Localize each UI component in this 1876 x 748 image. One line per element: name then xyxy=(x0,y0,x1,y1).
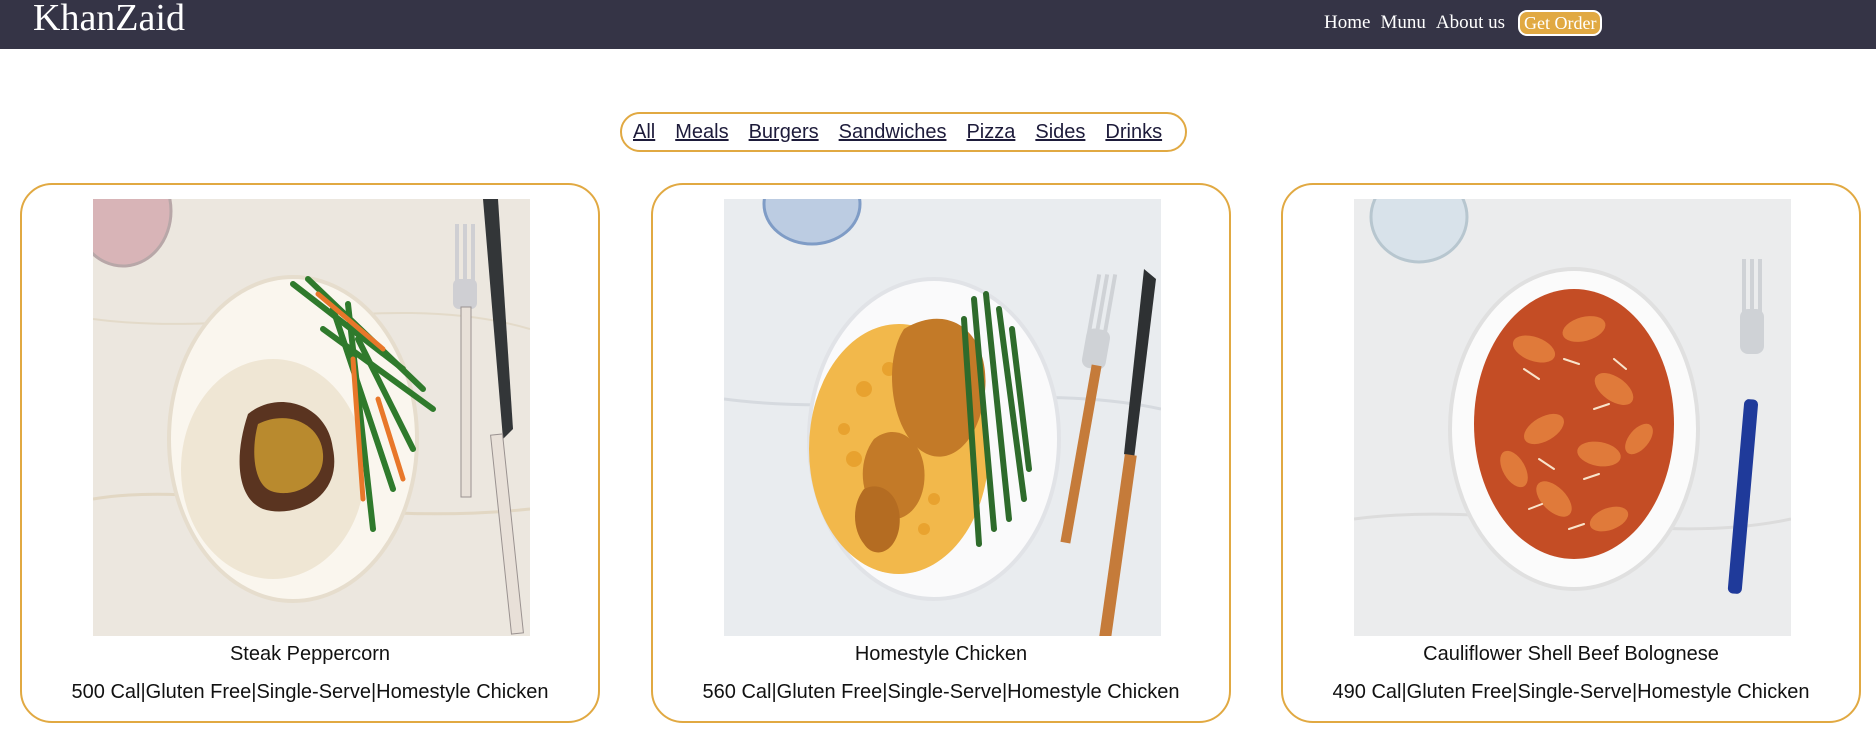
nav-menu-link[interactable]: Munu xyxy=(1380,11,1425,35)
top-navbar: KhanZaid Home Munu About us Get Order xyxy=(0,0,1876,49)
card-title: Steak Peppercorn xyxy=(229,643,391,665)
filter-pizza[interactable]: Pizza xyxy=(966,120,1015,144)
filter-drinks[interactable]: Drinks xyxy=(1105,120,1162,144)
menu-card[interactable]: Homestyle Chicken 560 Cal|Gluten Free|Si… xyxy=(651,183,1231,723)
filter-sandwiches[interactable]: Sandwiches xyxy=(839,120,947,144)
card-title: Cauliflower Shell Beef Bolognese xyxy=(1423,643,1719,665)
filter-sides[interactable]: Sides xyxy=(1035,120,1085,144)
homestyle-chicken-photo xyxy=(724,199,1161,636)
nav-about-link[interactable]: About us xyxy=(1436,11,1505,35)
card-meta: 490 Cal|Gluten Free|Single-Serve|Homesty… xyxy=(1332,681,1810,703)
brand-logo[interactable]: KhanZaid xyxy=(33,0,185,38)
filter-all[interactable]: All xyxy=(633,120,655,144)
category-filter-bar: All Meals Burgers Sandwiches Pizza Sides… xyxy=(620,112,1188,152)
menu-card[interactable]: Steak Peppercorn 500 Cal|Gluten Free|Sin… xyxy=(20,183,600,723)
card-title: Homestyle Chicken xyxy=(854,643,1028,665)
card-meta: 560 Cal|Gluten Free|Single-Serve|Homesty… xyxy=(702,681,1180,703)
beef-bolognese-photo xyxy=(1354,199,1791,636)
card-meta: 500 Cal|Gluten Free|Single-Serve|Homesty… xyxy=(71,681,549,703)
steak-peppercorn-photo xyxy=(93,199,530,636)
menu-card[interactable]: Cauliflower Shell Beef Bolognese 490 Cal… xyxy=(1281,183,1861,723)
nav-home-link[interactable]: Home xyxy=(1324,11,1370,35)
filter-burgers[interactable]: Burgers xyxy=(749,120,819,144)
get-order-button[interactable]: Get Order xyxy=(1518,10,1603,36)
main-nav: Home Munu About us Get Order xyxy=(1324,10,1603,36)
filter-meals[interactable]: Meals xyxy=(675,120,728,144)
